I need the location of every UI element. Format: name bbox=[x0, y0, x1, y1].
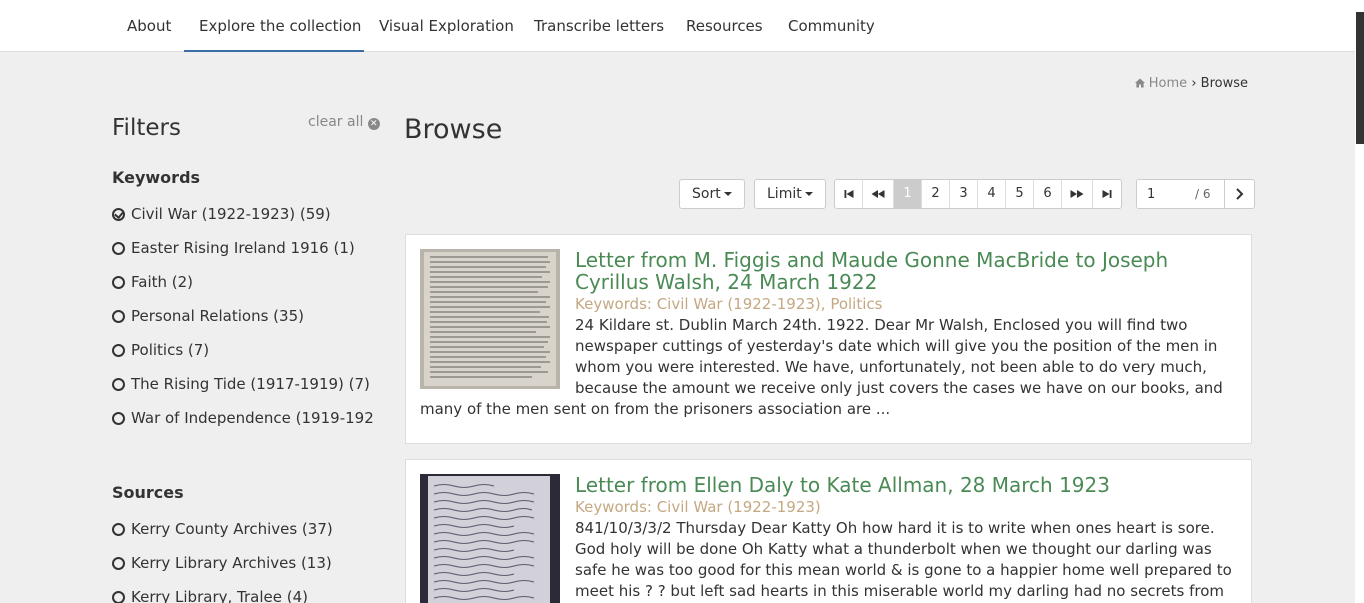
nav-visual-exploration[interactable]: Visual Exploration bbox=[364, 0, 529, 52]
facet-label[interactable]: Kerry Library Archives (13) bbox=[131, 554, 332, 572]
nav-community[interactable]: Community bbox=[773, 0, 890, 52]
keywords-title: Keywords bbox=[112, 168, 201, 187]
last-page-button[interactable] bbox=[1093, 180, 1121, 208]
circle-icon[interactable] bbox=[112, 590, 125, 603]
page-6-button[interactable]: 6 bbox=[1034, 180, 1062, 208]
facet-label[interactable]: Personal Relations (35) bbox=[131, 307, 304, 325]
checked-circle-icon[interactable] bbox=[112, 207, 125, 221]
letter-thumbnail[interactable] bbox=[420, 249, 560, 389]
facet-label[interactable]: Faith (2) bbox=[131, 273, 193, 291]
nav-explore-collection[interactable]: Explore the collection bbox=[184, 0, 364, 52]
facet-label[interactable]: Kerry Library, Tralee (4) bbox=[131, 588, 308, 603]
result-card: Letter from M. Figgis and Maude Gonne Ma… bbox=[405, 234, 1252, 444]
breadcrumb-current: Browse bbox=[1200, 76, 1248, 91]
page-title: Browse bbox=[404, 114, 503, 145]
facet-label[interactable]: The Rising Tide (1917-1919) (7) bbox=[131, 375, 370, 393]
clear-icon[interactable]: ✕ bbox=[367, 118, 380, 130]
circle-icon[interactable] bbox=[112, 343, 125, 357]
caret-down-icon[interactable] bbox=[804, 192, 813, 196]
facet-item[interactable]: Kerry County Archives (37) bbox=[112, 512, 375, 546]
facet-label[interactable]: Civil War (1922-1923) (59) bbox=[131, 205, 331, 223]
breadcrumb-home[interactable]: Home bbox=[1134, 76, 1192, 91]
filters-title: Filters bbox=[112, 115, 181, 141]
facet-label[interactable]: Easter Rising Ireland 1916 (1) bbox=[131, 239, 355, 257]
page-5-button[interactable]: 5 bbox=[1006, 180, 1034, 208]
top-navigation: About Explore the collection Visual Expl… bbox=[0, 0, 1364, 52]
facet-label[interactable]: War of Independence (1919-1921) ( bbox=[131, 409, 375, 427]
limit-label[interactable]: Limit bbox=[767, 186, 802, 202]
facet-item[interactable]: Faith (2) bbox=[112, 265, 375, 299]
breadcrumb: Home › Browse bbox=[1134, 76, 1248, 91]
result-card: Letter from Ellen Daly to Kate Allman, 2… bbox=[405, 459, 1252, 603]
sort-label[interactable]: Sort bbox=[692, 186, 721, 202]
page-number-input[interactable] bbox=[1137, 180, 1195, 208]
facet-item[interactable]: The Rising Tide (1917-1919) (7) bbox=[112, 367, 375, 401]
circle-icon[interactable] bbox=[112, 275, 125, 289]
facet-item[interactable]: Civil War (1922-1923) (59) bbox=[112, 197, 375, 231]
nav-resources[interactable]: Resources bbox=[671, 0, 778, 52]
page-1-button[interactable]: 1 bbox=[894, 180, 922, 208]
sources-title: Sources bbox=[112, 483, 184, 502]
page-jump: / 6 bbox=[1136, 179, 1255, 209]
facet-item[interactable]: Kerry Library, Tralee (4) bbox=[112, 580, 375, 603]
circle-icon[interactable] bbox=[112, 522, 125, 536]
sources-facet-list: Kerry County Archives (37) Kerry Library… bbox=[112, 512, 375, 603]
circle-icon[interactable] bbox=[112, 377, 125, 391]
breadcrumb-separator: › bbox=[1191, 76, 1197, 91]
circle-icon[interactable] bbox=[112, 241, 125, 255]
page-4-button[interactable]: 4 bbox=[978, 180, 1006, 208]
previous-page-button[interactable] bbox=[863, 180, 894, 208]
nav-about[interactable]: About bbox=[112, 0, 186, 52]
next-page-button[interactable] bbox=[1062, 180, 1093, 208]
backward-icon[interactable] bbox=[871, 189, 885, 199]
facet-item[interactable]: Politics (7) bbox=[112, 333, 375, 367]
scrollbar-thumb[interactable] bbox=[1356, 12, 1364, 144]
breadcrumb-home-label[interactable]: Home bbox=[1149, 76, 1187, 91]
forward-icon[interactable] bbox=[1070, 189, 1084, 199]
limit-button[interactable]: Limit bbox=[754, 179, 826, 209]
first-page-button[interactable] bbox=[835, 180, 863, 208]
facet-item[interactable]: Kerry Library Archives (13) bbox=[112, 546, 375, 580]
clear-all-button[interactable]: clear all ✕ bbox=[308, 114, 380, 130]
facet-label[interactable]: Politics (7) bbox=[131, 341, 209, 359]
keywords-facet-list: Civil War (1922-1923) (59) Easter Rising… bbox=[112, 197, 375, 435]
circle-icon[interactable] bbox=[112, 411, 125, 425]
page-3-button[interactable]: 3 bbox=[950, 180, 978, 208]
facet-item[interactable]: War of Independence (1919-1921) ( bbox=[112, 401, 375, 435]
facet-item[interactable]: Easter Rising Ireland 1916 (1) bbox=[112, 231, 375, 265]
facet-label[interactable]: Kerry County Archives (37) bbox=[131, 520, 333, 538]
go-to-page-button[interactable] bbox=[1224, 180, 1254, 208]
page-total: / 6 bbox=[1195, 187, 1211, 201]
circle-icon[interactable] bbox=[112, 309, 125, 323]
circle-icon[interactable] bbox=[112, 556, 125, 570]
page-scrollbar[interactable] bbox=[1355, 0, 1364, 603]
nav-transcribe-letters[interactable]: Transcribe letters bbox=[519, 0, 679, 52]
sort-button[interactable]: Sort bbox=[679, 179, 745, 209]
caret-down-icon[interactable] bbox=[723, 192, 732, 196]
pagination: 1 2 3 4 5 6 bbox=[834, 179, 1122, 209]
home-icon bbox=[1134, 78, 1145, 88]
step-forward-icon[interactable] bbox=[1102, 189, 1112, 199]
clear-all-label[interactable]: clear all bbox=[308, 114, 363, 130]
letter-thumbnail[interactable] bbox=[420, 474, 560, 603]
chevron-right-icon[interactable] bbox=[1235, 188, 1244, 200]
facet-item[interactable]: Personal Relations (35) bbox=[112, 299, 375, 333]
step-backward-icon[interactable] bbox=[844, 189, 854, 199]
page-2-button[interactable]: 2 bbox=[922, 180, 950, 208]
